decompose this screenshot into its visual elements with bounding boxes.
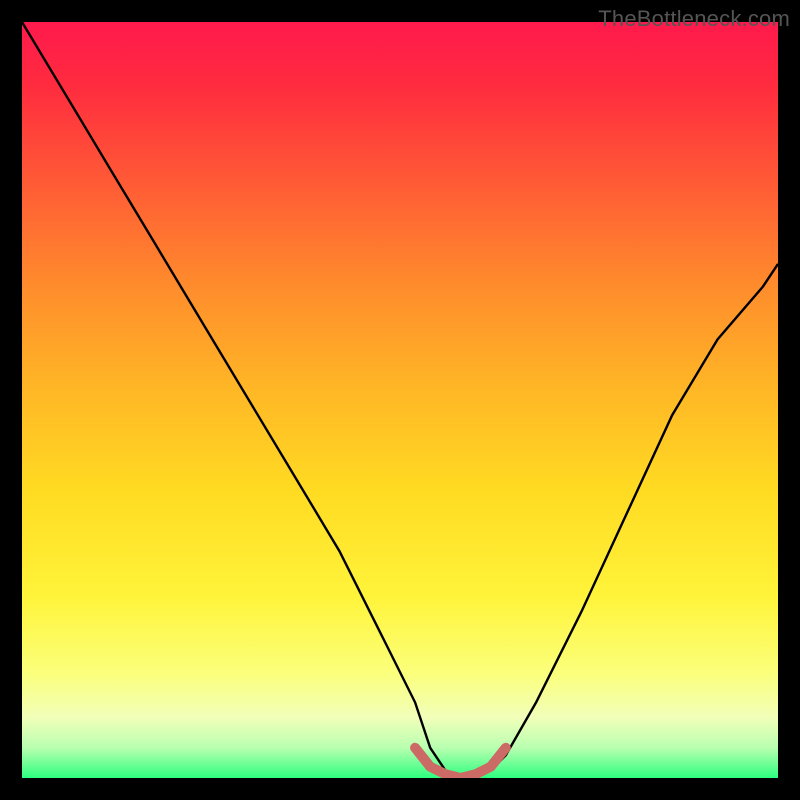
plot-area [22, 22, 778, 778]
watermark-text: TheBottleneck.com [598, 6, 790, 32]
chart-frame: TheBottleneck.com [0, 0, 800, 800]
curve-layer [22, 22, 778, 778]
optimal-band [415, 748, 506, 778]
bottleneck-curve [22, 22, 778, 778]
